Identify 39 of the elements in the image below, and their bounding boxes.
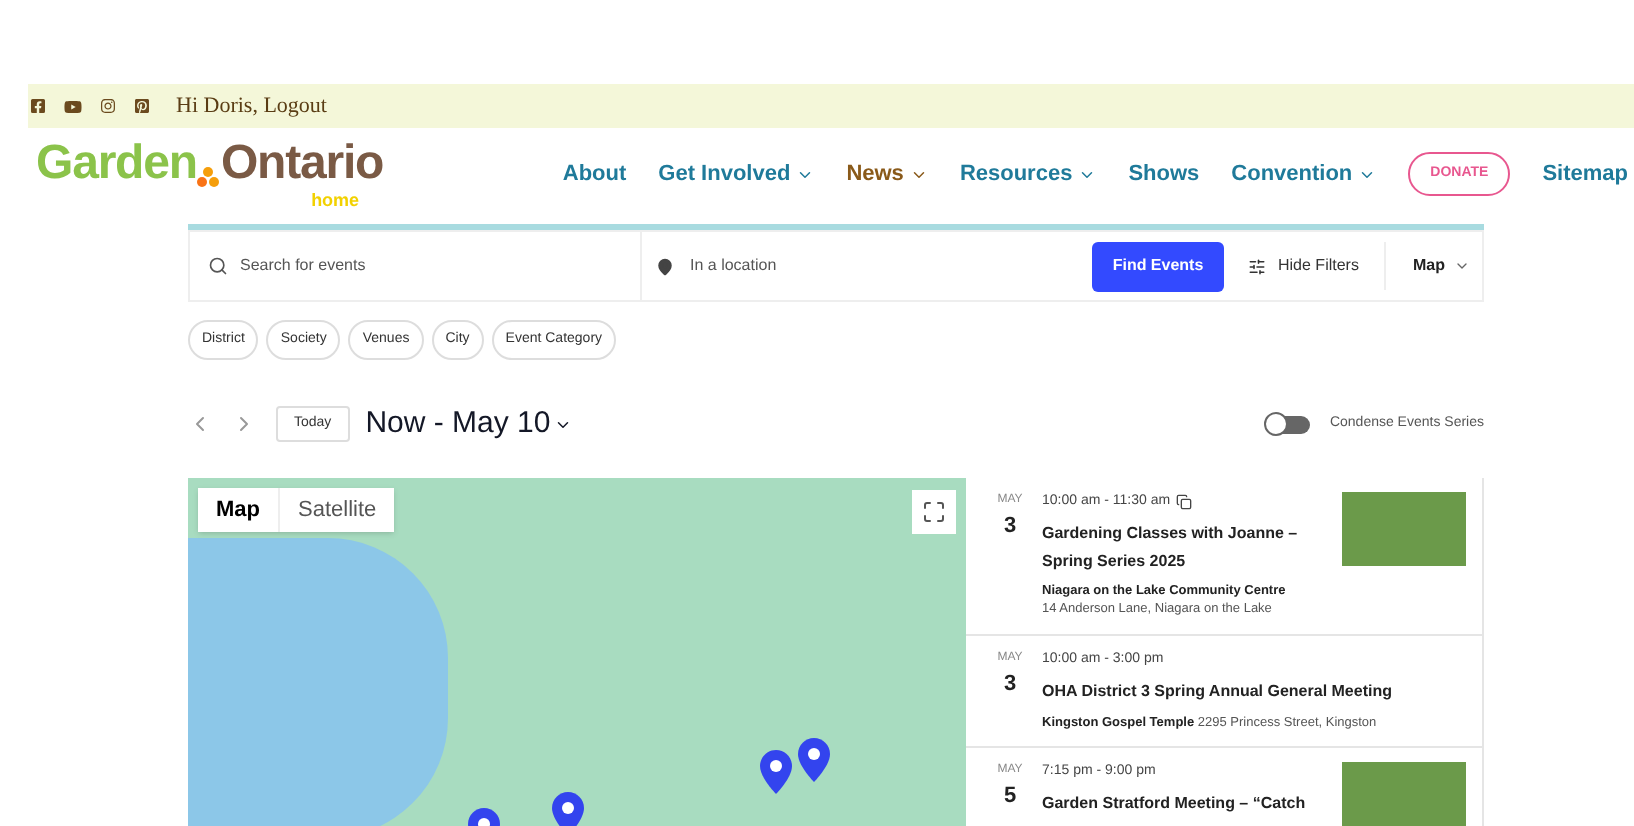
- map-pin-icon[interactable]: [760, 750, 792, 794]
- nav-link[interactable]: Get Involved: [658, 157, 815, 191]
- map-pin-icon[interactable]: [552, 792, 584, 826]
- nav-link[interactable]: About: [562, 157, 627, 191]
- condense-toggle[interactable]: [1265, 415, 1310, 433]
- sitemap-link[interactable]: Sitemap: [1542, 157, 1628, 191]
- hide-filters-button[interactable]: Hide Filters: [1248, 254, 1359, 278]
- search-input[interactable]: Search for events: [240, 254, 600, 278]
- event-day: 3: [1003, 510, 1017, 543]
- instagram-icon[interactable]: [100, 98, 116, 114]
- chevron-down-icon: [1454, 258, 1471, 274]
- event-day: 3: [1003, 668, 1017, 701]
- map-type-tab[interactable]: Satellite: [278, 488, 395, 532]
- date-range-select[interactable]: Now - May 10: [365, 401, 573, 447]
- youtube-icon[interactable]: [64, 97, 82, 115]
- pinterest-icon[interactable]: [134, 98, 150, 114]
- greeting-link[interactable]: Hi Doris, Logout: [176, 89, 327, 123]
- event-day: 5: [1003, 780, 1017, 814]
- map-area[interactable]: Map Satellite: [188, 478, 966, 826]
- map-pin-icon[interactable]: [798, 738, 830, 782]
- event-title[interactable]: Garden Stratford Meeting – “Catch: [1042, 789, 1334, 818]
- flower-icon: [196, 166, 221, 190]
- fullscreen-button[interactable]: [912, 490, 956, 534]
- event-title[interactable]: OHA District 3 Spring Annual General Meeting: [1042, 677, 1466, 705]
- nav-link[interactable]: Convention: [1231, 157, 1377, 191]
- sliders-icon: [1248, 257, 1266, 275]
- find-events-button[interactable]: Find Events: [1092, 241, 1224, 291]
- site-logo[interactable]: Garden Ontario home: [36, 138, 384, 210]
- search-icon: [208, 256, 228, 276]
- location-input[interactable]: In a location: [690, 254, 1050, 278]
- fullscreen-icon: [922, 500, 946, 524]
- event-title[interactable]: Gardening Classes with Joanne – Spring Series 2025: [1042, 519, 1334, 575]
- facebook-icon[interactable]: [30, 98, 46, 114]
- nav-link[interactable]: Shows: [1128, 157, 1200, 191]
- nav-link[interactable]: Resources: [959, 157, 1097, 191]
- nav-link[interactable]: News: [846, 157, 928, 191]
- view-select[interactable]: Map: [1412, 254, 1471, 278]
- map-type-tab[interactable]: Map: [198, 488, 278, 532]
- pin-icon: [656, 257, 674, 275]
